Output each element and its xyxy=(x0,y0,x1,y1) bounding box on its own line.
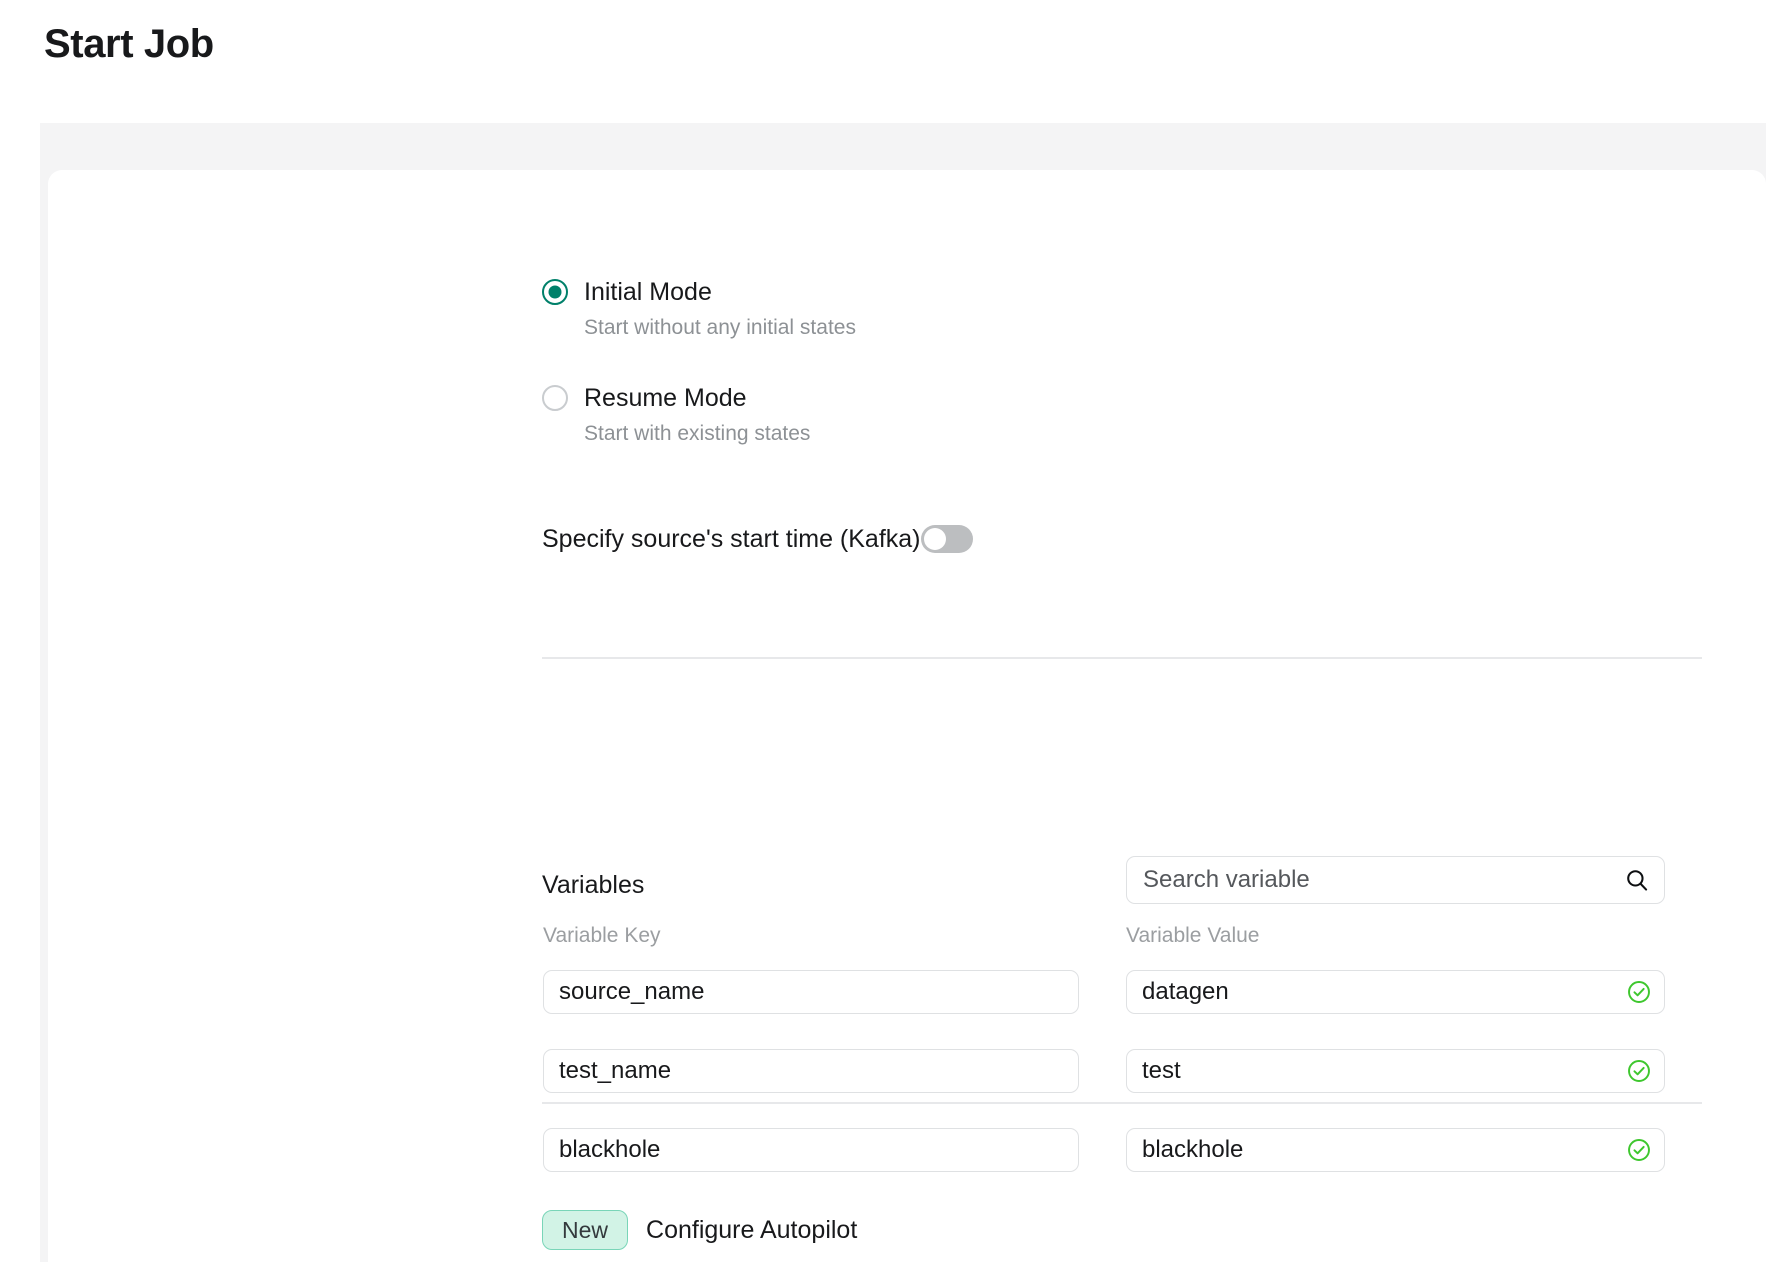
check-circle-icon xyxy=(1626,1058,1652,1084)
configure-autopilot-header: New Configure Autopilot xyxy=(542,1210,1442,1250)
new-badge: New xyxy=(542,1210,629,1250)
mode-option-initial[interactable]: Initial Mode Start without any initial s… xyxy=(542,275,1242,341)
variable-row xyxy=(542,1049,1702,1093)
search-variable-box[interactable] xyxy=(1126,856,1665,904)
mode-radio-group: Initial Mode Start without any initial s… xyxy=(542,275,1242,447)
radio-initial-mode-description: Start without any initial states xyxy=(584,316,856,339)
variable-key-input-1[interactable] xyxy=(559,978,1066,1006)
variable-key-input-3[interactable] xyxy=(559,1136,1066,1164)
variables-title: Variables xyxy=(542,871,645,899)
page-header: Start Job xyxy=(0,0,1766,123)
divider-top xyxy=(542,657,1702,659)
variable-value-field-1[interactable] xyxy=(1126,970,1665,1014)
divider-bottom xyxy=(542,1102,1702,1104)
variable-row xyxy=(542,1128,1702,1172)
source-start-time-label: Specify source's start time (Kafka) xyxy=(542,525,921,553)
radio-resume-mode[interactable] xyxy=(542,385,568,411)
source-start-time-toggle[interactable] xyxy=(920,525,973,553)
toggle-knob xyxy=(923,528,946,550)
radio-initial-mode[interactable] xyxy=(542,279,568,305)
variable-value-field-2[interactable] xyxy=(1126,1049,1665,1093)
variable-key-input-2[interactable] xyxy=(559,1057,1066,1085)
configure-autopilot-label: Configure Autopilot xyxy=(646,1216,858,1244)
configure-autopilot-section: New Configure Autopilot xyxy=(542,1210,1442,1262)
variable-key-field-1[interactable] xyxy=(543,970,1079,1014)
variable-row xyxy=(542,970,1702,1014)
variable-value-field-3[interactable] xyxy=(1126,1128,1665,1172)
start-job-page: Start Job Initial Mode Start without any… xyxy=(0,0,1766,1262)
left-rail xyxy=(0,123,40,1262)
mode-option-resume[interactable]: Resume Mode Start with existing states xyxy=(542,381,1242,447)
check-circle-icon xyxy=(1626,979,1652,1005)
column-header-variable-key: Variable Key xyxy=(543,924,661,947)
page-title: Start Job xyxy=(44,22,214,66)
variable-value-input-2[interactable] xyxy=(1142,1057,1626,1085)
search-variable-input[interactable] xyxy=(1143,866,1624,894)
variables-rows xyxy=(542,970,1702,1207)
check-circle-icon xyxy=(1626,1137,1652,1163)
search-icon xyxy=(1624,867,1650,893)
variable-key-field-3[interactable] xyxy=(543,1128,1079,1172)
variable-value-input-1[interactable] xyxy=(1142,978,1626,1006)
radio-resume-mode-description: Start with existing states xyxy=(584,422,811,445)
source-start-time-row: Specify source's start time (Kafka) xyxy=(542,524,973,554)
radio-resume-mode-label: Resume Mode xyxy=(584,384,747,412)
column-header-variable-value: Variable Value xyxy=(1126,924,1260,947)
variable-key-field-2[interactable] xyxy=(543,1049,1079,1093)
variable-value-input-3[interactable] xyxy=(1142,1136,1626,1164)
radio-initial-mode-label: Initial Mode xyxy=(584,278,712,306)
start-job-card: Initial Mode Start without any initial s… xyxy=(48,170,1766,1262)
